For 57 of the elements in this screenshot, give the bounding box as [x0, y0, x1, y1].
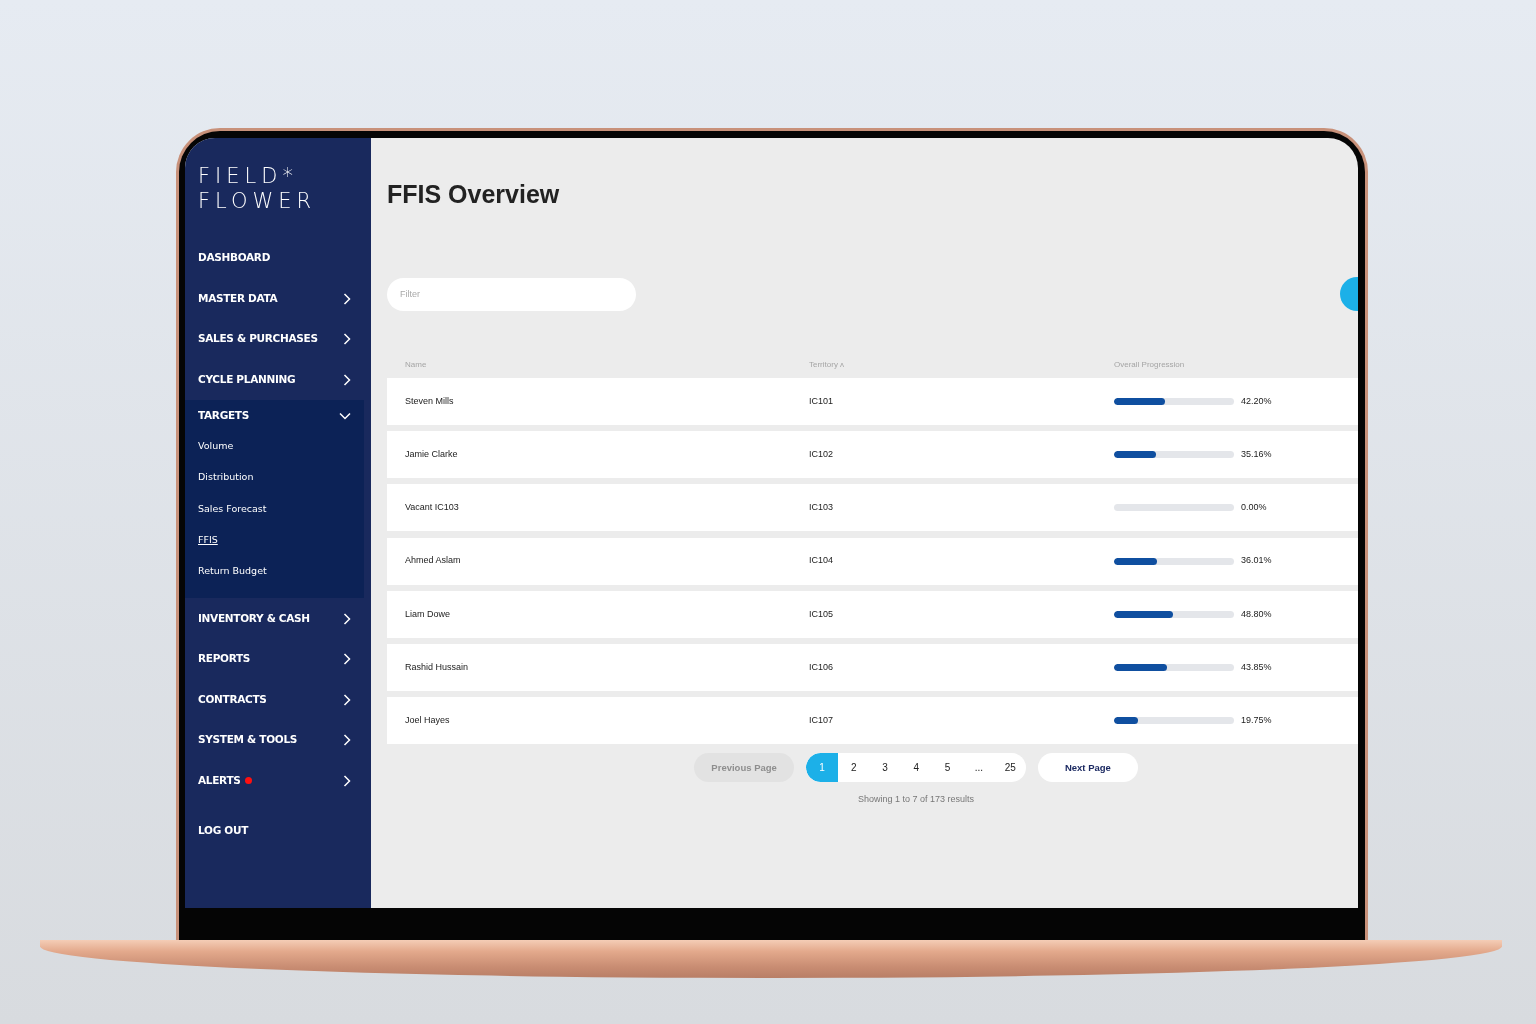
- table-cell: Rashid Hussain: [405, 661, 469, 672]
- table-row[interactable]: Steven Mills IC101 42.20%: [387, 378, 1358, 425]
- column-header: Overall Progression: [1114, 359, 1185, 371]
- table-cell: IC101: [809, 395, 834, 406]
- sidebar-item[interactable]: DASHBOARD: [185, 238, 371, 279]
- submenu-item[interactable]: Sales Forecast: [185, 494, 364, 526]
- sidebar-item[interactable]: LOG OUT: [185, 811, 371, 852]
- table-cell: IC105: [809, 608, 834, 619]
- table-cell: IC106: [809, 661, 834, 672]
- next-page-button[interactable]: Next Page: [1037, 753, 1138, 783]
- sidebar-item[interactable]: MASTER DATA: [185, 278, 371, 319]
- page-button[interactable]: 25: [994, 753, 1026, 783]
- progress-reading: 48.80%: [1241, 607, 1272, 621]
- logo-text: FLOWER: [198, 189, 317, 214]
- sidebar-item[interactable]: INVENTORY & CASH: [185, 598, 371, 639]
- sidebar-item[interactable]: REPORTS: [185, 639, 371, 680]
- table-cell: Jamie Clarke: [405, 448, 458, 459]
- sidebar-item[interactable]: CYCLE PLANNING: [185, 359, 371, 400]
- page-button[interactable]: 5: [932, 753, 964, 783]
- sidebar-item[interactable]: TARGETS: [185, 400, 364, 432]
- progress-reading: 35.16%: [1241, 447, 1272, 461]
- results-summary: Showing 1 to 7 of 173 results: [856, 793, 976, 807]
- table-row[interactable]: Joel Hayes IC107 19.75%: [387, 697, 1358, 745]
- table-cell: Ahmed Aslam: [405, 555, 461, 566]
- table-cell: Liam Dowe: [405, 608, 451, 619]
- filter-field[interactable]: Filter: [387, 277, 636, 311]
- submenu-item[interactable]: FFIS: [185, 525, 364, 558]
- table-cell: IC102: [809, 448, 834, 459]
- sidebar-item[interactable]: SYSTEM & TOOLS: [185, 720, 371, 761]
- sidebar-item[interactable]: SALES & PURCHASES: [185, 319, 371, 360]
- progress-reading: 19.75%: [1241, 713, 1272, 727]
- submenu-item[interactable]: Volume: [185, 432, 364, 464]
- progress-reading: 42.20%: [1241, 394, 1272, 408]
- table-row[interactable]: Jamie Clarke IC102 35.16%: [387, 431, 1358, 479]
- table-cell: Joel Hayes: [405, 714, 450, 725]
- sidebar-item[interactable]: CONTRACTS: [185, 679, 371, 720]
- progress-reading: 36.01%: [1241, 554, 1272, 568]
- table-cell: IC103: [809, 502, 834, 513]
- table-row[interactable]: Ahmed Aslam IC104 36.01%: [387, 537, 1358, 585]
- page-button[interactable]: ...: [963, 753, 995, 783]
- page-title: FFIS Overview: [387, 179, 561, 209]
- progress-reading: 0.00%: [1241, 501, 1267, 515]
- sidebar-item[interactable]: ALERTS: [185, 760, 371, 801]
- table-cell: Vacant IC103: [405, 502, 459, 513]
- table-row[interactable]: Rashid Hussain IC106 43.85%: [387, 643, 1358, 691]
- table-cell: IC104: [809, 555, 834, 566]
- page-button[interactable]: 3: [869, 753, 901, 783]
- page-button[interactable]: 2: [838, 753, 870, 783]
- page-button[interactable]: 4: [900, 753, 932, 783]
- column-header: Name: [405, 359, 428, 371]
- table-cell: Steven Mills: [405, 395, 454, 406]
- table-cell: IC107: [809, 714, 834, 725]
- progress-reading: 43.85%: [1241, 660, 1272, 674]
- logo-text: FIELD*: [198, 164, 298, 189]
- submenu-item[interactable]: Return Budget: [185, 557, 364, 589]
- table-row[interactable]: Liam Dowe IC105 48.80%: [387, 590, 1358, 638]
- submenu-item[interactable]: Distribution: [185, 463, 364, 495]
